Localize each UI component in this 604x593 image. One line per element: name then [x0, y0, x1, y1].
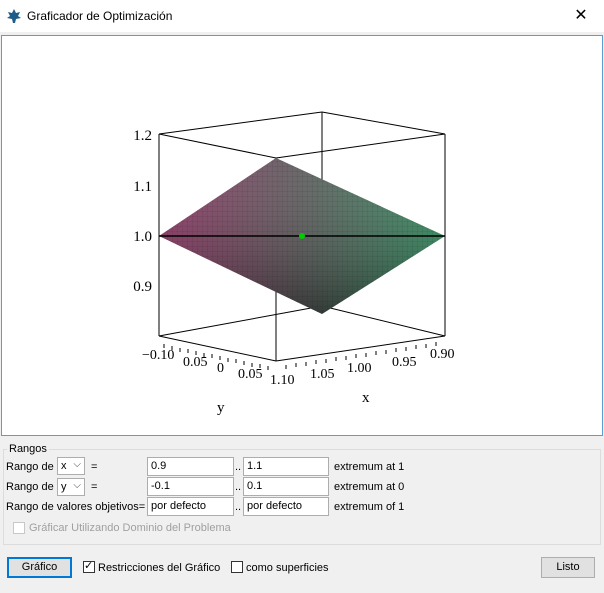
y-range-from-input[interactable]: -0.1	[147, 477, 234, 496]
y-equals: =	[91, 481, 98, 493]
y-range-label: Rango de	[6, 481, 54, 493]
plot-button[interactable]: Gráfico	[7, 557, 72, 578]
z-tick: 0.9	[133, 279, 152, 295]
x-equals: =	[91, 461, 98, 473]
domain-checkbox-label: Gráficar Utilizando Dominio del Problema	[29, 522, 231, 534]
y-tick: 0	[217, 361, 224, 376]
title-bar: Graficador de Optimización ✕	[0, 0, 604, 32]
z-tick: 1.1	[133, 179, 152, 195]
x-tick: 1.00	[347, 361, 372, 376]
y-tick: −0.10	[142, 348, 174, 363]
z-tick: 1.0	[133, 229, 152, 245]
x-variable-select[interactable]: x ⌵	[57, 457, 85, 475]
close-button[interactable]: ✕	[558, 0, 604, 32]
surfaces-label: como superficies	[246, 562, 329, 574]
y-variable-select[interactable]: y ⌵	[57, 478, 85, 496]
z-axis-ticks: 1.2 1.1 1.0 0.9	[133, 128, 152, 295]
extremum-point	[299, 233, 305, 239]
restrictions-checkbox[interactable]: ✓	[83, 560, 95, 573]
x-extremum-note: extremum at 1	[334, 461, 405, 473]
x-axis-label: x	[362, 390, 370, 406]
y-axis-label: y	[217, 400, 225, 416]
y-range-to-input[interactable]: 0.1	[243, 477, 329, 496]
z-tick: 1.2	[133, 128, 152, 144]
x-tick: 0.95	[392, 355, 417, 370]
objective-range-from-input[interactable]: por defecto	[147, 497, 234, 516]
y-variable-value: y	[61, 481, 67, 493]
chevron-down-icon: ⌵	[73, 480, 81, 491]
y-tick: 0.05	[183, 355, 208, 370]
rangos-legend: Rangos	[7, 443, 49, 455]
objective-range-separator: ..	[235, 501, 242, 513]
y-axis-ticks: −0.10 0.05 0 0.05 1.10	[142, 348, 295, 388]
y-extremum-note: extremum at 0	[334, 481, 405, 493]
x-range-from-input[interactable]: 0.9	[147, 457, 234, 476]
y-tick: 1.10	[270, 373, 295, 388]
objective-range-to-input[interactable]: por defecto	[243, 497, 329, 516]
x-range-label: Rango de	[6, 461, 54, 473]
plot-canvas[interactable]: 1.2 1.1 1.0 0.9 −0.10 0.05 0 0.05 1.10 1…	[1, 35, 603, 436]
objective-extremum-note: extremum of 1	[334, 501, 405, 513]
domain-checkbox[interactable]	[13, 522, 25, 534]
x-axis-ticks: 1.05 1.00 0.95 0.90	[310, 347, 455, 382]
x-tick: 0.90	[430, 347, 455, 362]
close-icon: ✕	[574, 7, 588, 24]
objective-range-label: Rango de valores objetivos=	[6, 501, 146, 513]
restrictions-label: Restricciones del Gráfico	[98, 562, 221, 574]
window-title: Graficador de Optimización	[27, 9, 173, 23]
x-range-separator: ..	[235, 461, 242, 473]
checkmark-icon: ✓	[84, 560, 94, 572]
surfaces-checkbox[interactable]	[231, 561, 243, 573]
chevron-down-icon: ⌵	[73, 459, 81, 470]
done-button[interactable]: Listo	[541, 557, 595, 578]
y-range-separator: ..	[235, 481, 242, 493]
y-tick: 0.05	[238, 367, 263, 382]
x-tick: 1.05	[310, 367, 335, 382]
maple-leaf-icon	[7, 9, 21, 23]
x-variable-value: x	[61, 460, 67, 472]
x-range-to-input[interactable]: 1.1	[243, 457, 329, 476]
